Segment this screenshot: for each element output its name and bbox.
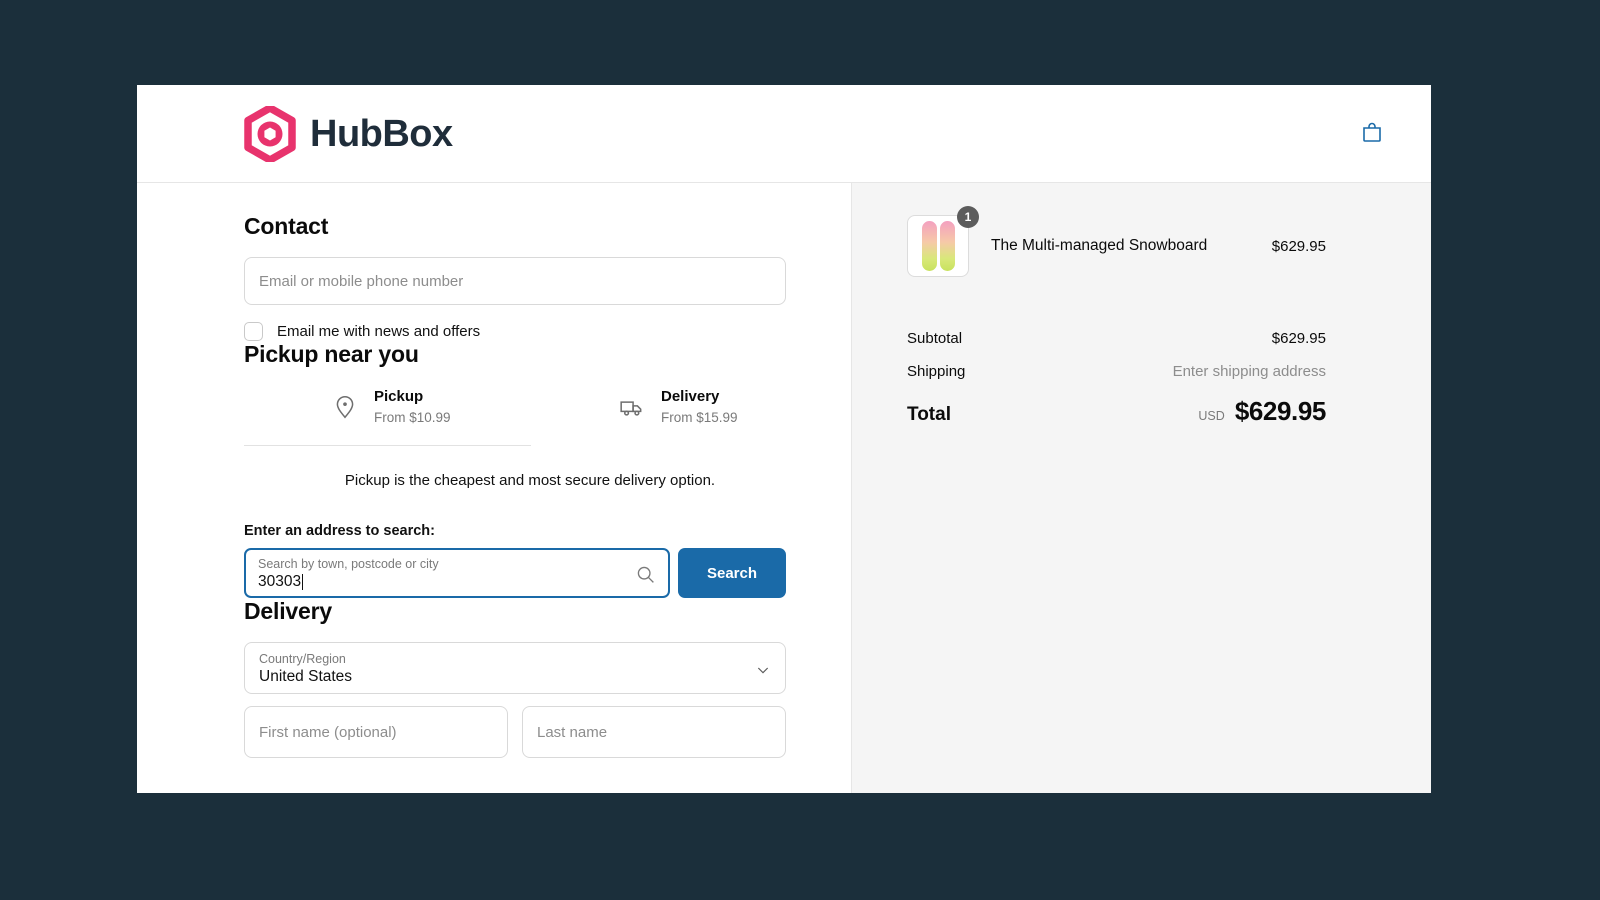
delivery-mode-tabs: Pickup From $10.99 Delivery From $15.99	[244, 386, 738, 446]
text-caret	[302, 574, 304, 590]
checkout-form-column: Contact Email or mobile phone number Ema…	[137, 183, 852, 793]
tab-pickup-label: Pickup	[374, 388, 424, 405]
subtotal-value: $629.95	[1271, 330, 1326, 347]
newsletter-checkbox[interactable]	[244, 322, 263, 341]
pickup-helper-note: Pickup is the cheapest and most secure d…	[344, 472, 716, 489]
subtotal-label: Subtotal	[907, 330, 963, 347]
snowboard-shape-right	[939, 221, 955, 271]
email-field[interactable]: Email or mobile phone number	[244, 257, 786, 305]
currency-code: USD	[1198, 409, 1225, 423]
truck-icon	[619, 394, 645, 420]
checkout-window: HubBox Contact Email or mobile phone num…	[137, 85, 1431, 793]
address-search-label: Enter an address to search:	[244, 523, 435, 539]
product-name: The Multi-managed Snowboard	[991, 237, 1208, 254]
address-search-input[interactable]: Search by town, postcode or city 30303	[244, 548, 670, 598]
map-pin-icon	[332, 394, 358, 420]
address-search-row: Search by town, postcode or city 30303 S…	[244, 548, 786, 598]
address-search-value: 30303	[258, 573, 302, 590]
tab-delivery[interactable]: Delivery From $15.99	[531, 386, 818, 445]
last-name-field[interactable]: Last name	[522, 706, 786, 758]
delivery-title: Delivery	[244, 598, 332, 624]
first-name-field[interactable]: First name (optional)	[244, 706, 508, 758]
newsletter-label: Email me with news and offers	[277, 323, 481, 340]
order-summary-column: 1 The Multi-managed Snowboard $629.95 Su…	[852, 183, 1431, 793]
email-placeholder: Email or mobile phone number	[259, 272, 464, 290]
hexagon-logo-icon	[244, 103, 296, 164]
shipping-label: Shipping	[907, 363, 966, 380]
grand-total-value: $629.95	[1234, 396, 1327, 426]
brand-logo[interactable]: HubBox	[244, 103, 453, 164]
first-name-placeholder: First name (optional)	[259, 723, 397, 741]
tab-pickup-price: From $10.99	[374, 410, 451, 425]
country-region-value: United States	[259, 668, 353, 685]
shipping-row: Shipping Enter shipping address	[907, 363, 1326, 380]
tab-pickup[interactable]: Pickup From $10.99	[244, 386, 531, 445]
product-price: $629.95	[1271, 237, 1326, 255]
order-totals: Subtotal $629.95 Shipping Enter shipping…	[907, 330, 1326, 427]
order-line-item: 1 The Multi-managed Snowboard $629.95	[907, 206, 1326, 277]
magnifier-icon	[635, 564, 656, 585]
chevron-down-icon	[755, 662, 771, 678]
tab-delivery-label: Delivery	[661, 388, 720, 405]
contact-title: Contact	[244, 213, 329, 239]
country-region-label: Country/Region	[259, 652, 346, 666]
brand-name: HubBox	[310, 112, 453, 155]
product-thumbnail-wrap: 1	[907, 206, 979, 277]
shopping-bag-icon	[1360, 120, 1384, 147]
quantity-badge: 1	[957, 206, 979, 228]
search-button[interactable]: Search	[678, 548, 786, 598]
site-header: HubBox	[137, 85, 1431, 183]
cart-button[interactable]	[1355, 117, 1389, 151]
last-name-placeholder: Last name	[537, 723, 608, 741]
newsletter-row[interactable]: Email me with news and offers	[244, 322, 786, 341]
shipping-value: Enter shipping address	[1172, 363, 1326, 380]
tab-delivery-price: From $15.99	[661, 410, 738, 425]
pickup-title: Pickup near you	[244, 341, 419, 367]
name-fields-row: First name (optional) Last name	[244, 706, 786, 758]
address-search-value-wrap: 30303	[258, 572, 628, 592]
snowboard-shape-left	[921, 221, 937, 271]
checkout-body: Contact Email or mobile phone number Ema…	[137, 183, 1431, 793]
subtotal-row: Subtotal $629.95	[907, 330, 1326, 347]
grand-total-label: Total	[907, 404, 951, 425]
country-region-select[interactable]: Country/Region United States	[244, 642, 786, 694]
address-search-float-label: Search by town, postcode or city	[258, 557, 439, 571]
grand-total-row: Total USD $629.95	[907, 396, 1326, 427]
